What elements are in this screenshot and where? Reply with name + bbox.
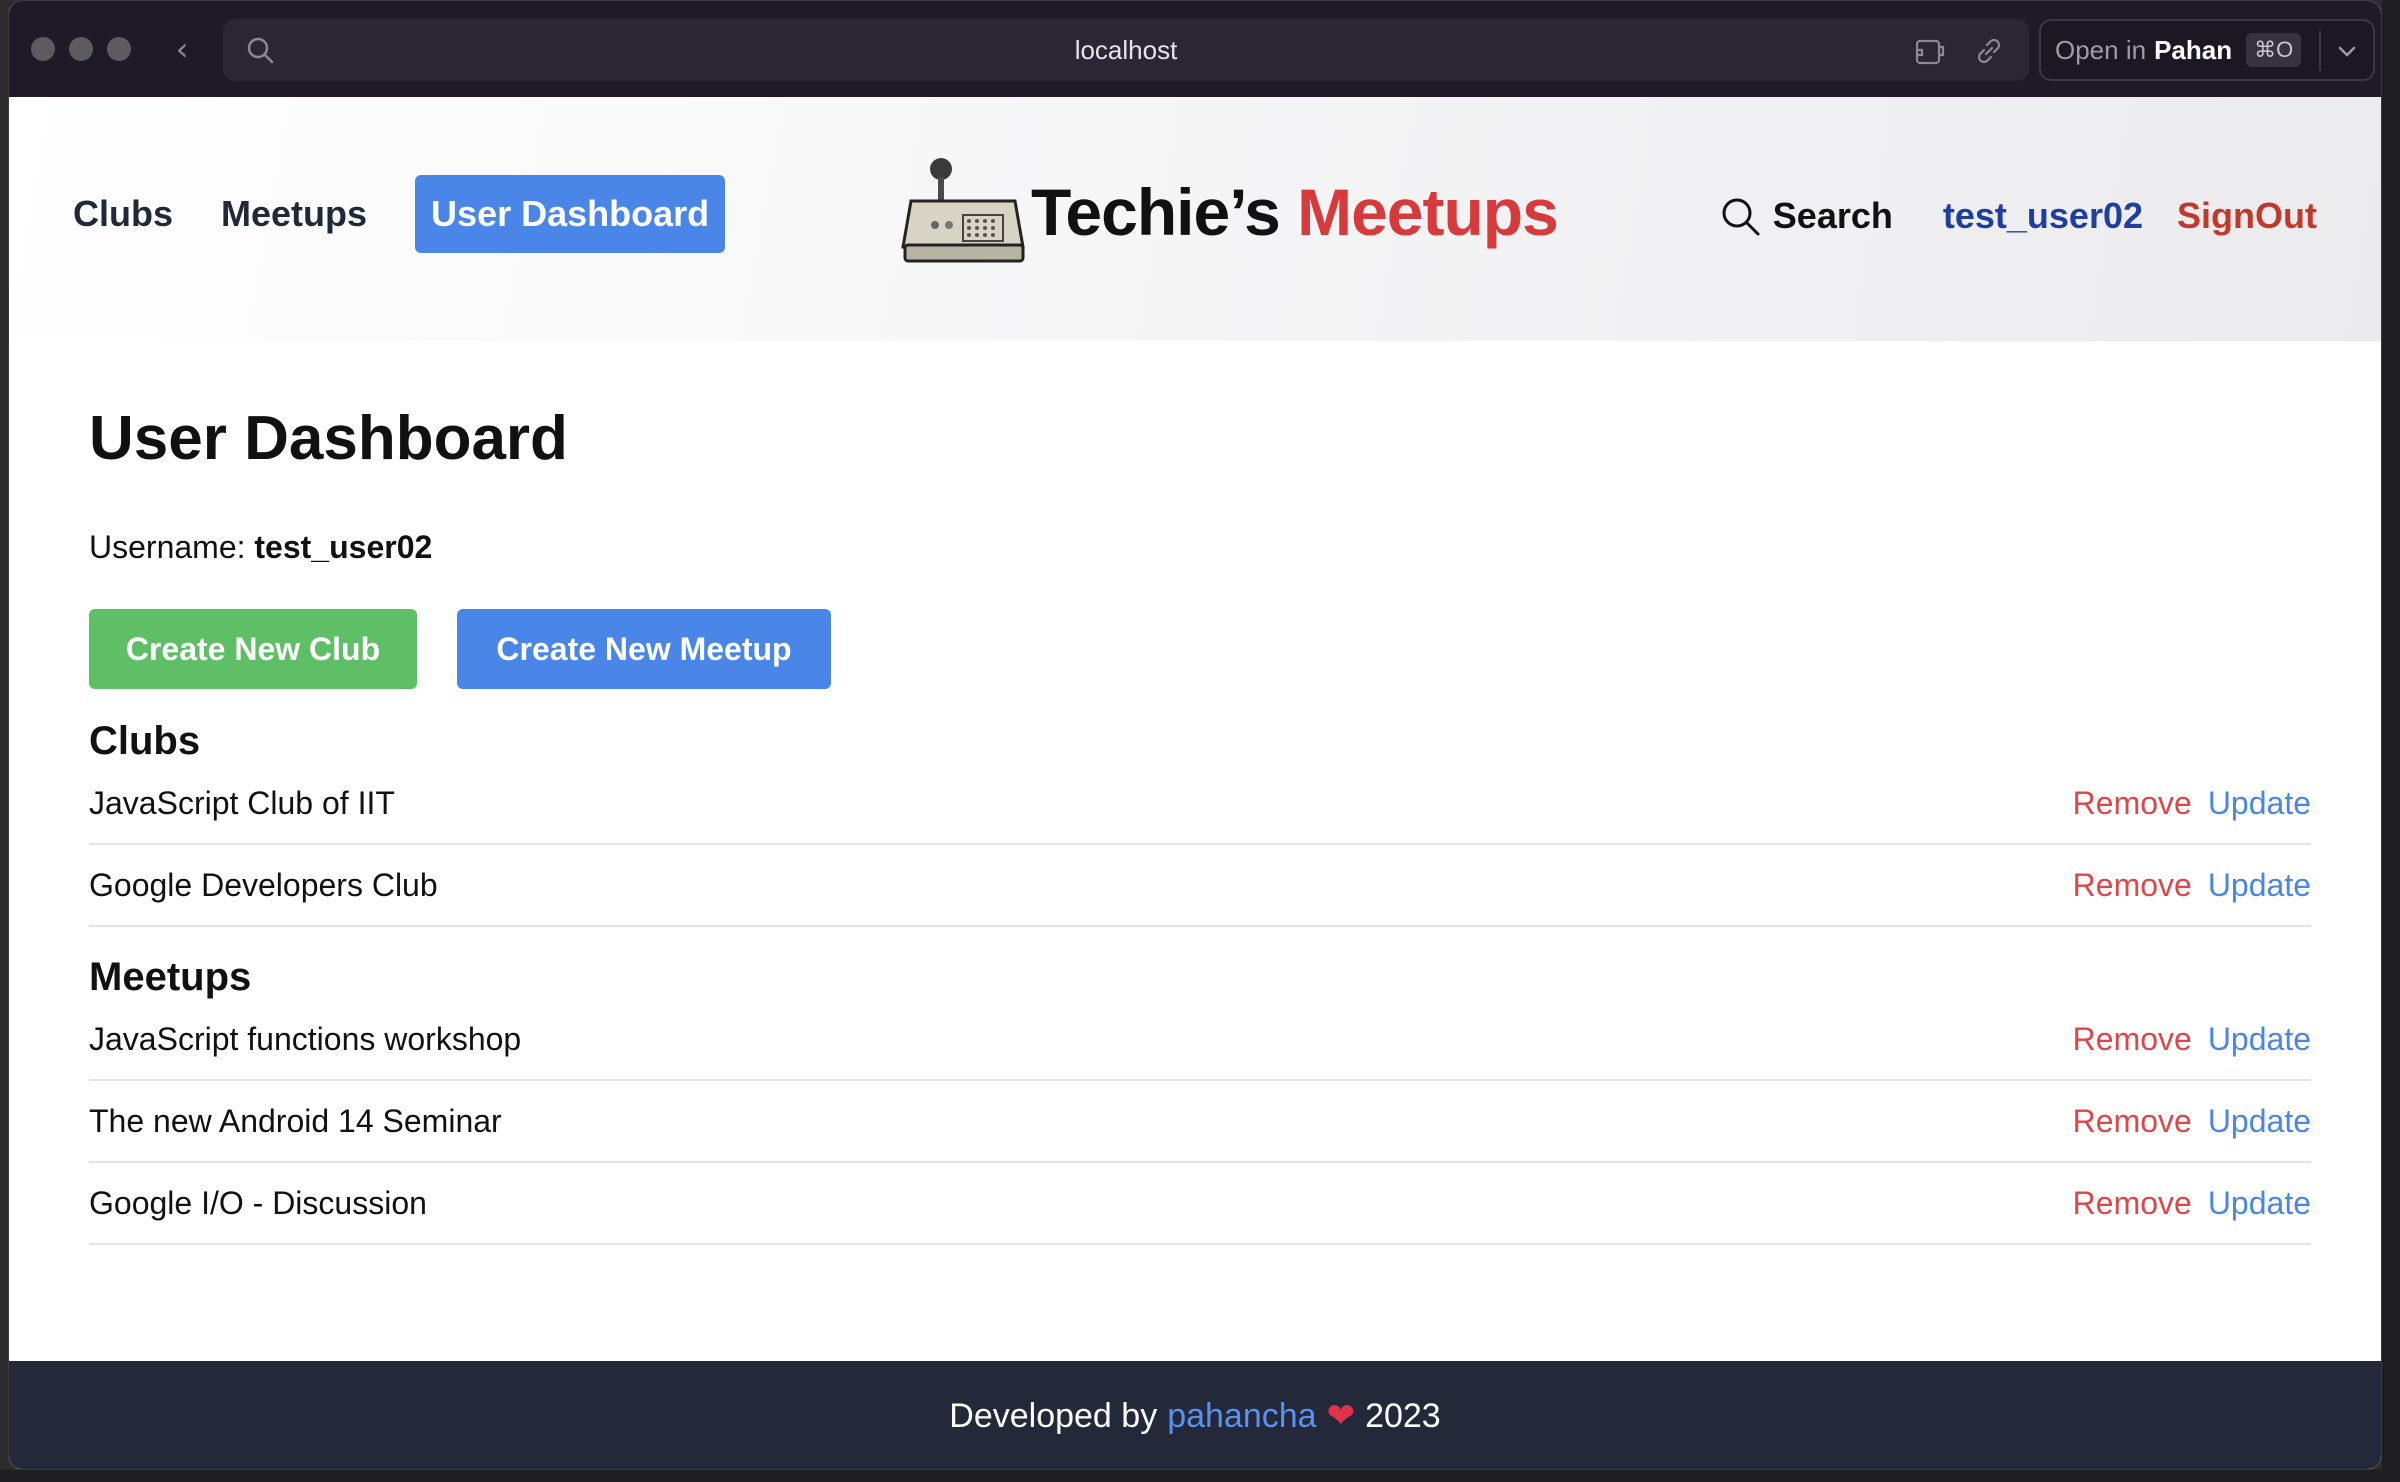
open-in-app-button[interactable]: Open in Pahan ⌘O — [2039, 19, 2375, 81]
background-editor-strip — [2382, 0, 2400, 1482]
remove-button[interactable]: Remove — [2073, 785, 2192, 822]
extension-icon[interactable] — [1913, 33, 1949, 69]
search-icon — [1722, 198, 1760, 236]
page-title: User Dashboard — [89, 404, 568, 473]
heart-icon: ❤ — [1326, 1396, 1356, 1436]
club-name: JavaScript Club of IIT — [89, 784, 395, 821]
meetups-list: JavaScript functions workshop Remove Upd… — [89, 999, 2311, 1245]
nav-clubs-link[interactable]: Clubs — [73, 193, 173, 235]
joystick-logo-icon — [901, 158, 1025, 263]
remove-button[interactable]: Remove — [2073, 867, 2192, 904]
username-value: test_user02 — [254, 529, 433, 565]
meetup-name: JavaScript functions workshop — [89, 1020, 522, 1057]
nav-username-link[interactable]: test_user02 — [1943, 195, 2143, 237]
remove-button[interactable]: Remove — [2073, 1021, 2192, 1058]
nav-search-link[interactable]: Search — [1719, 195, 1893, 237]
list-item: Google Developers Club Remove Update — [89, 845, 2311, 927]
logo-text-main: Techie’s — [1031, 175, 1281, 249]
update-button[interactable]: Update — [2208, 785, 2311, 822]
list-item: JavaScript functions workshop Remove Upd… — [89, 999, 2311, 1081]
window-controls — [31, 37, 131, 61]
list-item: JavaScript Club of IIT Remove Update — [89, 763, 2311, 845]
update-button[interactable]: Update — [2208, 1021, 2311, 1058]
update-button[interactable]: Update — [2208, 1103, 2311, 1140]
list-item: The new Android 14 Seminar Remove Update — [89, 1081, 2311, 1163]
divider — [2319, 31, 2321, 71]
footer-prefix: Developed by — [949, 1396, 1158, 1435]
footer-year: 2023 — [1365, 1396, 1441, 1435]
author-link[interactable]: pahancha — [1167, 1397, 1316, 1436]
shortcut-badge: ⌘O — [2246, 33, 2302, 67]
close-window-button[interactable] — [31, 37, 55, 61]
username-line: Username: test_user02 — [89, 529, 432, 566]
remove-button[interactable]: Remove — [2073, 1103, 2192, 1140]
create-club-button[interactable]: Create New Club — [89, 609, 417, 689]
site-footer: Developed by pahancha ❤ 2023 — [9, 1361, 2381, 1469]
open-in-app-name: Pahan — [2154, 34, 2233, 65]
browser-toolbar: ‹ localhost Open in Pahan ⌘O — [9, 1, 2381, 97]
url-text: localhost — [1074, 35, 1178, 65]
background-editor-bottom — [0, 1470, 2400, 1482]
list-item: Google I/O - Discussion Remove Update — [89, 1163, 2311, 1245]
maximize-window-button[interactable] — [107, 37, 131, 61]
back-arrow-icon[interactable]: ‹ — [167, 30, 197, 68]
site-navbar: Clubs Meetups User Dashboard Techie’s Me… — [9, 97, 2381, 341]
minimize-window-button[interactable] — [69, 37, 93, 61]
nav-dashboard-link[interactable]: User Dashboard — [415, 175, 726, 253]
update-button[interactable]: Update — [2208, 867, 2311, 904]
meetup-name: Google I/O - Discussion — [89, 1184, 427, 1221]
web-page: Clubs Meetups User Dashboard Techie’s Me… — [9, 97, 2381, 1469]
logo-text-accent: Meetups — [1297, 175, 1559, 249]
open-in-label: Open in — [2055, 34, 2147, 65]
clubs-list: JavaScript Club of IIT Remove Update Goo… — [89, 763, 2311, 927]
chevron-down-icon[interactable] — [2335, 39, 2359, 63]
create-meetup-button[interactable]: Create New Meetup — [457, 609, 831, 689]
link-icon[interactable] — [1971, 33, 2007, 69]
site-logo[interactable]: Techie’s Meetups — [901, 155, 1559, 269]
nav-meetups-link[interactable]: Meetups — [221, 193, 367, 235]
address-bar[interactable]: localhost — [223, 19, 2029, 81]
search-label: Search — [1772, 195, 1893, 236]
update-button[interactable]: Update — [2208, 1185, 2311, 1222]
logo-text: Techie’s Meetups — [1031, 174, 1559, 250]
signout-link[interactable]: SignOut — [2177, 195, 2317, 237]
meetup-name: The new Android 14 Seminar — [89, 1102, 502, 1139]
browser-window: ‹ localhost Open in Pahan ⌘O Clubs Meetu… — [8, 0, 2382, 1470]
clubs-heading: Clubs — [89, 719, 201, 763]
club-name: Google Developers Club — [89, 866, 438, 903]
meetups-heading: Meetups — [89, 955, 252, 999]
remove-button[interactable]: Remove — [2073, 1185, 2192, 1222]
username-label: Username: — [89, 529, 246, 565]
